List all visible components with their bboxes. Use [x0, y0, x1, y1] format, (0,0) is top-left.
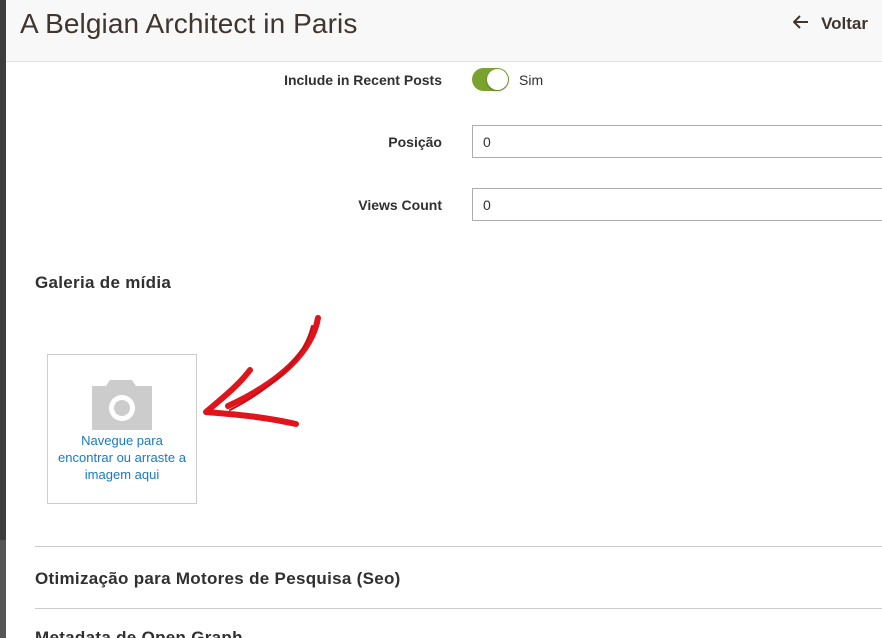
recent-posts-label: Include in Recent Posts — [284, 72, 442, 88]
back-button-label: Voltar — [821, 14, 868, 33]
views-count-label: Views Count — [358, 197, 442, 213]
camera-icon — [92, 380, 152, 435]
page-header: A Belgian Architect in Paris Voltar — [6, 0, 882, 62]
image-upload-dropzone[interactable]: Navegue para encontrar ou arraste a imag… — [47, 354, 197, 504]
red-arrow-annotation — [200, 312, 325, 437]
position-label: Posição — [388, 134, 442, 150]
toggle-knob — [487, 69, 508, 90]
recent-posts-toggle-value: Sim — [519, 72, 544, 88]
upload-prompt-text: Navegue para encontrar ou arraste a imag… — [58, 433, 186, 482]
views-count-input[interactable] — [472, 188, 882, 221]
arrow-left-icon — [792, 14, 809, 34]
section-divider — [35, 546, 882, 547]
back-button[interactable]: Voltar — [792, 14, 868, 34]
page-title: A Belgian Architect in Paris — [20, 8, 358, 39]
recent-posts-toggle[interactable] — [472, 68, 509, 91]
seo-section-title[interactable]: Otimização para Motores de Pesquisa (Seo… — [35, 569, 401, 589]
admin-sidebar-edge — [0, 0, 6, 638]
position-input[interactable] — [472, 125, 882, 158]
section-divider — [35, 608, 882, 609]
open-graph-section-title[interactable]: Metadata de Open Graph — [35, 628, 243, 638]
media-gallery-title: Galeria de mídia — [35, 273, 172, 292]
